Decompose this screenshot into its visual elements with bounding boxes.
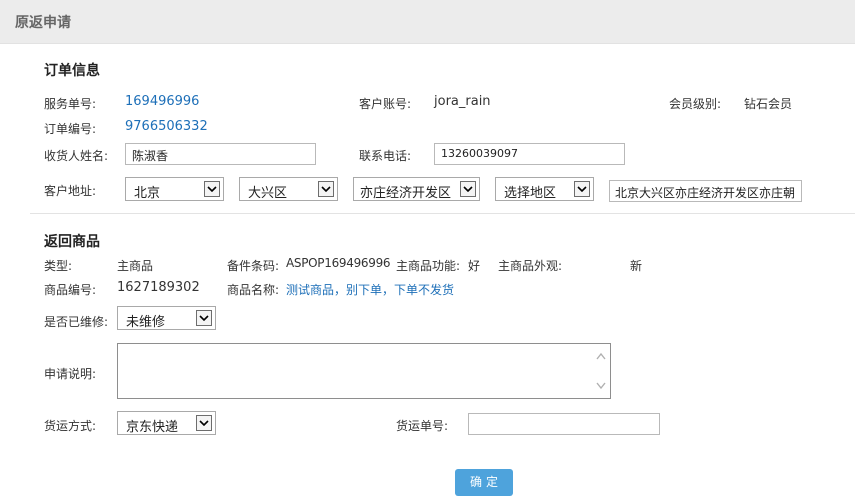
customer-account-label: 客户账号: bbox=[359, 97, 412, 111]
address-detail-input[interactable]: 北京大兴区亦庄经济开发区亦庄朝 bbox=[609, 180, 802, 202]
chevron-down-icon[interactable] bbox=[574, 181, 590, 197]
barcode-label: 备件条码: bbox=[227, 259, 280, 273]
chevron-down-icon[interactable] bbox=[196, 310, 212, 326]
repaired-select[interactable]: 未维修 bbox=[117, 306, 216, 330]
product-no-value: 1627189302 bbox=[117, 280, 200, 295]
page-title: 原返申请 bbox=[15, 15, 71, 31]
service-no-label: 服务单号: bbox=[44, 97, 97, 111]
address-label: 客户地址: bbox=[44, 184, 97, 198]
shipping-no-input[interactable] bbox=[468, 413, 660, 435]
appearance-label: 主商品外观: bbox=[498, 259, 563, 273]
member-level-value: 钻石会员 bbox=[744, 97, 793, 111]
title-bar: 原返申请 bbox=[0, 0, 855, 44]
order-no-link[interactable]: 9766506332 bbox=[125, 119, 208, 134]
scroll-up-icon[interactable] bbox=[596, 352, 606, 360]
shipping-method-label: 货运方式: bbox=[44, 419, 97, 433]
province-value: 北京 bbox=[134, 186, 161, 201]
shipping-method-value: 京东快递 bbox=[126, 420, 179, 435]
area-select[interactable]: 选择地区 bbox=[495, 177, 594, 201]
town-value: 亦庄经济开发区 bbox=[360, 186, 452, 201]
type-label: 类型: bbox=[44, 259, 73, 273]
customer-account-value: jora_rain bbox=[434, 94, 491, 109]
order-no-label: 订单编号: bbox=[44, 122, 97, 136]
appearance-value: 新 bbox=[630, 259, 643, 273]
return-goods-title: 返回商品 bbox=[44, 234, 100, 250]
area-value: 选择地区 bbox=[504, 186, 557, 201]
chevron-down-icon[interactable] bbox=[204, 181, 220, 197]
repaired-value: 未维修 bbox=[126, 315, 166, 330]
scroll-down-icon[interactable] bbox=[596, 382, 606, 390]
district-select[interactable]: 大兴区 bbox=[239, 177, 338, 201]
receiver-name-input[interactable]: 陈淑香 bbox=[125, 143, 316, 165]
barcode-value: ASPOP169496996 bbox=[286, 256, 391, 270]
shipping-no-label: 货运单号: bbox=[396, 419, 449, 433]
phone-label: 联系电话: bbox=[359, 149, 412, 163]
province-select[interactable]: 北京 bbox=[125, 177, 224, 201]
service-no-link[interactable]: 169496996 bbox=[125, 94, 199, 109]
repaired-label: 是否已维修: bbox=[44, 315, 109, 329]
description-label: 申请说明: bbox=[44, 367, 97, 381]
chevron-down-icon[interactable] bbox=[318, 181, 334, 197]
chevron-down-icon[interactable] bbox=[196, 415, 212, 431]
section-divider bbox=[30, 213, 855, 214]
product-no-label: 商品编号: bbox=[44, 283, 97, 297]
receiver-name-label: 收货人姓名: bbox=[44, 149, 109, 163]
function-label: 主商品功能: bbox=[396, 259, 461, 273]
chevron-down-icon[interactable] bbox=[460, 181, 476, 197]
order-info-title: 订单信息 bbox=[44, 63, 100, 79]
district-value: 大兴区 bbox=[248, 186, 288, 201]
member-level-label: 会员级别: bbox=[669, 97, 722, 111]
type-value: 主商品 bbox=[117, 259, 154, 273]
shipping-method-select[interactable]: 京东快递 bbox=[117, 411, 216, 435]
town-select[interactable]: 亦庄经济开发区 bbox=[353, 177, 480, 201]
function-value: 好 bbox=[468, 259, 481, 273]
description-textarea[interactable] bbox=[117, 343, 611, 399]
confirm-button[interactable]: 确定 bbox=[455, 469, 513, 496]
product-name-label: 商品名称: bbox=[227, 283, 280, 297]
phone-input[interactable]: 13260039097 bbox=[434, 143, 625, 165]
product-name-link[interactable]: 测试商品，别下单，下单不发货 bbox=[286, 281, 454, 298]
